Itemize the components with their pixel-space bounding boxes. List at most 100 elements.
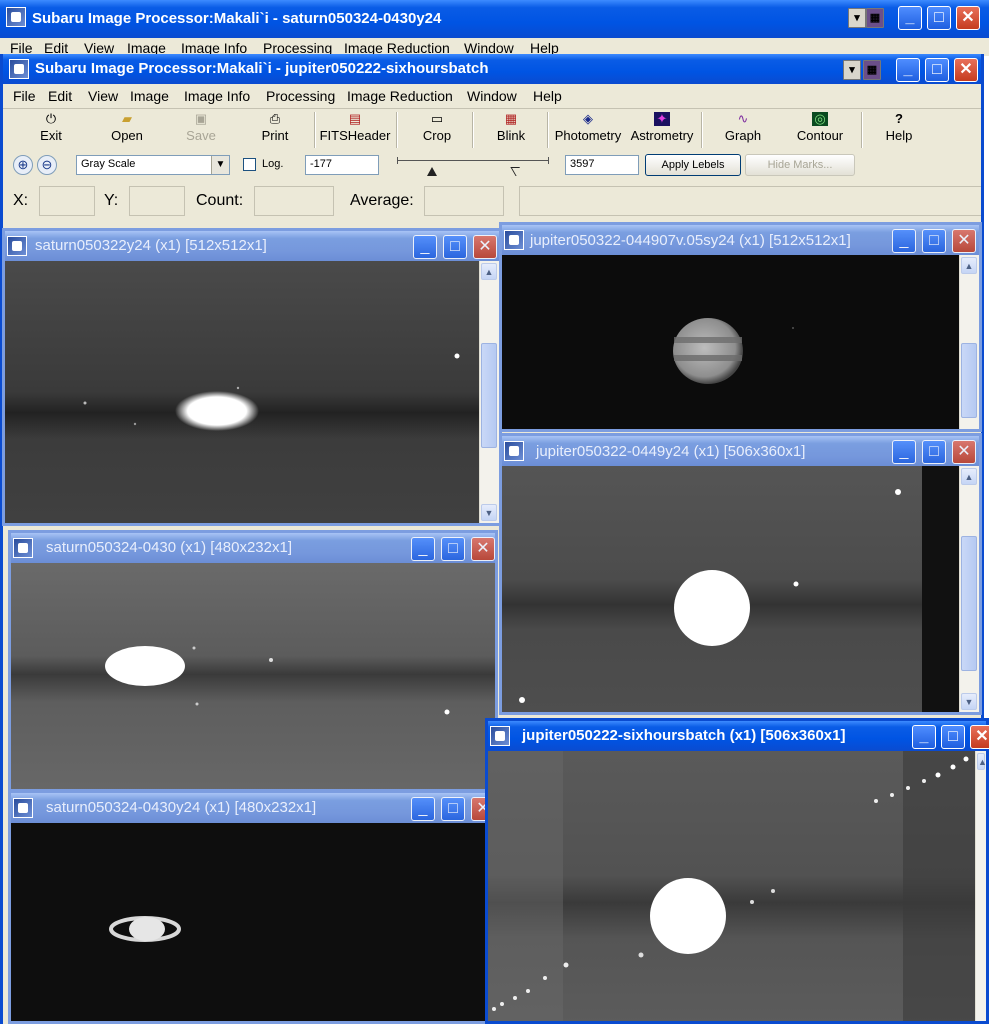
fitsheader-button[interactable]: ▤ FITSHeader	[319, 111, 391, 144]
image-window-jupiter050222-sixhoursbatch[interactable]: jupiter050222-sixhoursbatch (x1) [506x36…	[485, 718, 989, 1024]
menu-image[interactable]: Image	[125, 84, 174, 104]
zoom-out-button[interactable]: ⊖	[37, 155, 57, 175]
scroll-thumb[interactable]	[481, 343, 497, 448]
image-window-saturn050322y24[interactable]: saturn050322y24 (x1) [512x512x1] _ □ ✕ ▲…	[2, 228, 502, 526]
palette-icon[interactable]: ▦	[866, 8, 884, 28]
menu-file[interactable]: File	[8, 84, 41, 104]
slider-tick-left	[397, 157, 398, 164]
image-window-icon	[13, 798, 33, 818]
fits-image-jupiter050222-sixhoursbatch[interactable]	[488, 751, 976, 1021]
maximize-button[interactable]: □	[441, 537, 465, 561]
menu-edit[interactable]: Edit	[43, 84, 77, 104]
close-button[interactable]: ✕	[473, 235, 497, 259]
maximize-button[interactable]: □	[922, 229, 946, 253]
fits-image-saturn050322y24[interactable]	[5, 261, 480, 523]
vertical-scrollbar[interactable]: ▲ ▼	[479, 261, 499, 523]
image-window-jupiter050322-0449y24[interactable]: jupiter050322-0449y24 (x1) [506x360x1] _…	[499, 433, 982, 715]
maximize-button[interactable]: □	[925, 58, 949, 82]
menu-image-info[interactable]: Image Info	[179, 84, 255, 104]
fits-image-jupiter050322-044907[interactable]	[502, 255, 960, 429]
image-window-saturn050324-0430[interactable]: saturn050324-0430 (x1) [480x232x1] _ □ ✕	[8, 530, 498, 792]
help-button[interactable]: ? Help	[879, 112, 919, 144]
dropdown-icon[interactable]: ▾	[843, 60, 861, 80]
scroll-up-arrow[interactable]: ▲	[961, 257, 977, 274]
scroll-up-arrow[interactable]: ▲	[481, 263, 497, 280]
minimize-button[interactable]: _	[898, 6, 922, 30]
astrometry-button[interactable]: ✦ Astrometry	[629, 112, 695, 144]
x-value-box	[39, 186, 95, 216]
scroll-thumb[interactable]	[961, 343, 977, 418]
scroll-up-arrow[interactable]: ▲	[961, 468, 977, 485]
scroll-down-arrow[interactable]: ▼	[481, 504, 497, 521]
maximize-button[interactable]: □	[941, 725, 965, 749]
vertical-scrollbar[interactable]: ▲	[959, 255, 979, 429]
blink-button[interactable]: ▦ Blink	[491, 112, 531, 144]
minimize-button[interactable]: _	[896, 58, 920, 82]
contour-button[interactable]: ◎ Contour	[793, 112, 847, 144]
main-title-bar[interactable]: Subaru Image Processor:Makali`i - jupite…	[3, 54, 981, 84]
level-range-slider[interactable]	[397, 154, 549, 178]
image-window-title: saturn050324-0430 (x1) [480x232x1]	[46, 539, 293, 556]
log-checkbox[interactable]	[243, 158, 256, 171]
child-title-bar[interactable]: saturn050322y24 (x1) [512x512x1] _ □ ✕	[5, 231, 499, 261]
child-title-bar[interactable]: jupiter050222-sixhoursbatch (x1) [506x36…	[488, 721, 989, 751]
fits-image-saturn050324-0430y24[interactable]	[11, 823, 495, 1021]
fits-image-saturn050324-0430[interactable]	[11, 563, 495, 789]
scroll-up-arrow[interactable]: ▲	[977, 753, 987, 770]
max-level-input[interactable]: 3597	[565, 155, 639, 175]
open-button[interactable]: ▰ Open	[105, 112, 149, 144]
minimize-button[interactable]: _	[912, 725, 936, 749]
close-button[interactable]: ✕	[952, 229, 976, 253]
maximize-button[interactable]: □	[927, 6, 951, 30]
zoom-in-button[interactable]: ⊕	[13, 155, 33, 175]
close-button[interactable]: ✕	[954, 58, 978, 82]
minimize-button[interactable]: _	[892, 229, 916, 253]
scroll-down-arrow[interactable]: ▼	[961, 693, 977, 710]
print-button[interactable]: ⎙ Print	[255, 112, 295, 144]
maximize-button[interactable]: □	[922, 440, 946, 464]
hide-marks-button[interactable]: Hide Marks...	[745, 154, 855, 176]
menu-image-reduction[interactable]: Image Reduction	[342, 84, 458, 104]
menu-window[interactable]: Window	[462, 84, 522, 104]
close-button[interactable]: ✕	[956, 6, 980, 30]
minimize-button[interactable]: _	[411, 797, 435, 821]
slider-max-handle[interactable]	[510, 167, 525, 176]
close-button[interactable]: ✕	[952, 440, 976, 464]
vertical-scrollbar[interactable]: ▲	[975, 751, 987, 1021]
child-title-bar[interactable]: saturn050324-0430 (x1) [480x232x1] _ □ ✕	[11, 533, 495, 563]
back-title-bar[interactable]: Subaru Image Processor:Makali`i - saturn…	[0, 0, 989, 38]
toolbar-separator	[472, 112, 474, 148]
scroll-thumb[interactable]	[961, 536, 977, 671]
child-title-bar[interactable]: jupiter050322-0449y24 (x1) [506x360x1] _…	[502, 436, 979, 466]
crop-button[interactable]: ▭ Crop	[417, 112, 457, 144]
palette-icon[interactable]: ▦	[863, 60, 881, 80]
close-button[interactable]: ✕	[471, 537, 495, 561]
menu-help[interactable]: Help	[528, 84, 567, 104]
toolbar-separator	[701, 112, 703, 148]
menu-processing[interactable]: Processing	[261, 84, 340, 104]
vertical-scrollbar[interactable]: ▲ ▼	[959, 466, 979, 712]
minimize-button[interactable]: _	[413, 235, 437, 259]
dropdown-icon[interactable]: ▾	[848, 8, 866, 28]
child-title-bar[interactable]: jupiter050322-044907v.05sy24 (x1) [512x5…	[502, 225, 979, 255]
min-level-input[interactable]: -177	[305, 155, 379, 175]
slider-min-handle[interactable]	[427, 167, 437, 176]
graph-button[interactable]: ∿ Graph	[723, 112, 763, 144]
close-button[interactable]: ✕	[970, 725, 989, 749]
photometry-button[interactable]: ◈ Photometry	[552, 112, 624, 144]
minimize-button[interactable]: _	[411, 537, 435, 561]
exit-button[interactable]: ⏻ Exit	[31, 112, 71, 144]
save-button[interactable]: ▣ Save	[181, 112, 221, 144]
color-scale-select[interactable]: Gray Scale ▼	[76, 155, 230, 175]
minimize-button[interactable]: _	[892, 440, 916, 464]
app-icon	[6, 7, 26, 27]
apply-levels-button[interactable]: Apply Lebels	[645, 154, 741, 176]
fits-header-icon: ▤	[348, 111, 362, 126]
maximize-button[interactable]: □	[443, 235, 467, 259]
menu-view[interactable]: View	[83, 84, 123, 104]
child-title-bar[interactable]: saturn050324-0430y24 (x1) [480x232x1] _ …	[11, 793, 495, 823]
image-window-saturn050324-0430y24[interactable]: saturn050324-0430y24 (x1) [480x232x1] _ …	[8, 790, 498, 1024]
maximize-button[interactable]: □	[441, 797, 465, 821]
fits-image-jupiter050322-0449y24[interactable]	[502, 466, 960, 712]
image-window-jupiter050322-044907[interactable]: jupiter050322-044907v.05sy24 (x1) [512x5…	[499, 222, 982, 432]
